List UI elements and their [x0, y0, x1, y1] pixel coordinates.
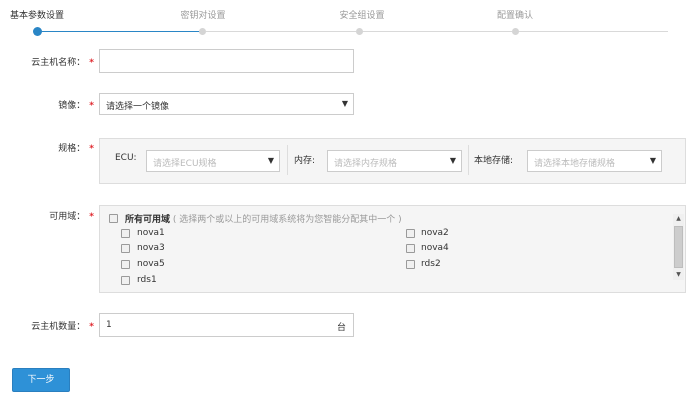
all-zones-label: 所有可用域 ( 选择两个或以上的可用域系统将为您智能分配其中一个 ) — [125, 212, 402, 225]
scroll-down-arrow-icon[interactable]: ▼ — [673, 270, 684, 280]
all-zones-hint: ( 选择两个或以上的可用域系统将为您智能分配其中一个 ) — [172, 215, 402, 225]
caret-down-icon: ▼ — [649, 156, 656, 165]
step-connector-done — [40, 31, 200, 32]
instance-name-label-text: 云主机名称： — [31, 58, 86, 68]
checkbox-zone-nova1[interactable] — [121, 229, 130, 238]
caret-down-icon: ▼ — [449, 156, 456, 165]
instance-count-label: 云主机数量： * — [0, 319, 94, 332]
step-confirm: 配置确认 — [496, 11, 533, 21]
zones-label-text: 可用域： — [49, 212, 86, 222]
zone-label-nova4: nova4 — [421, 243, 449, 253]
zone-label-nova5: nova5 — [137, 259, 165, 269]
instance-name-input[interactable] — [99, 49, 354, 73]
required-mark: * — [89, 58, 94, 68]
spec-divider — [287, 145, 288, 175]
memory-select[interactable]: 请选择内存规格 ▼ — [327, 150, 462, 172]
step-security-group: 安全组设置 — [339, 11, 385, 21]
checkbox-zone-nova4[interactable] — [406, 244, 415, 253]
step-progress-bar: 基本参数设置 密钥对设置 安全组设置 配置确认 — [0, 0, 700, 40]
step-connector — [518, 31, 668, 32]
instance-count-value: 1 — [106, 320, 112, 330]
zone-label-nova2: nova2 — [421, 228, 449, 238]
instance-count-unit: 台 — [336, 323, 346, 333]
checkbox-zone-nova5[interactable] — [121, 260, 130, 269]
instance-count-label-text: 云主机数量： — [31, 322, 86, 332]
zone-label-rds1: rds1 — [137, 275, 157, 285]
zones-label: 可用域： * — [0, 209, 94, 222]
required-mark: * — [89, 212, 94, 222]
local-storage-select[interactable]: 请选择本地存储规格 ▼ — [527, 150, 662, 172]
zones-panel: 所有可用域 ( 选择两个或以上的可用域系统将为您智能分配其中一个 ) nova1… — [99, 205, 686, 293]
required-mark: * — [89, 322, 94, 332]
step-connector — [206, 31, 356, 32]
spec-panel: ECU: 请选择ECU规格 ▼ 内存: 请选择内存规格 ▼ 本地存储: 请选择本… — [99, 138, 686, 184]
ecu-select-placeholder: 请选择ECU规格 — [153, 159, 217, 169]
checkbox-all-zones[interactable] — [109, 214, 118, 223]
image-label: 镜像： * — [0, 98, 94, 111]
zone-label-nova1: nova1 — [137, 228, 165, 238]
checkbox-zone-nova2[interactable] — [406, 229, 415, 238]
image-select-value: 请选择一个镜像 — [106, 102, 170, 112]
zone-label-nova3: nova3 — [137, 243, 165, 253]
required-mark: * — [89, 101, 94, 111]
spec-divider — [468, 145, 469, 175]
zones-scrollbar[interactable]: ▲ ▼ — [673, 214, 684, 280]
checkbox-zone-rds1[interactable] — [121, 276, 130, 285]
image-label-text: 镜像： — [58, 101, 86, 111]
local-storage-select-placeholder: 请选择本地存储规格 — [534, 159, 616, 169]
checkbox-zone-rds2[interactable] — [406, 260, 415, 269]
step-dot — [356, 28, 363, 35]
ecu-label: ECU: — [115, 153, 137, 163]
instance-count-input[interactable]: 1 台 — [99, 313, 354, 337]
memory-label: 内存: — [294, 156, 316, 166]
memory-select-placeholder: 请选择内存规格 — [334, 159, 398, 169]
step-keypair: 密钥对设置 — [180, 11, 226, 21]
all-zones-label-text: 所有可用域 — [125, 215, 171, 225]
spec-label-text: 规格： — [58, 144, 86, 154]
spec-label: 规格： * — [0, 141, 94, 154]
step-dot — [512, 28, 519, 35]
instance-name-label: 云主机名称： * — [0, 55, 94, 68]
local-storage-label: 本地存储: — [474, 156, 514, 166]
step-dot-active — [33, 27, 42, 36]
scrollbar-thumb[interactable] — [674, 226, 683, 268]
image-select[interactable]: 请选择一个镜像 ▼ — [99, 93, 354, 115]
required-mark: * — [89, 144, 94, 154]
next-step-button[interactable]: 下一步 — [12, 368, 70, 392]
step-connector — [362, 31, 512, 32]
step-basic-params: 基本参数设置 — [9, 11, 64, 21]
caret-down-icon: ▼ — [267, 156, 274, 165]
caret-down-icon: ▼ — [341, 99, 348, 108]
checkbox-zone-nova3[interactable] — [121, 244, 130, 253]
scroll-up-arrow-icon[interactable]: ▲ — [673, 214, 684, 224]
step-dot — [199, 28, 206, 35]
ecu-select[interactable]: 请选择ECU规格 ▼ — [146, 150, 280, 172]
zone-label-rds2: rds2 — [421, 259, 441, 269]
